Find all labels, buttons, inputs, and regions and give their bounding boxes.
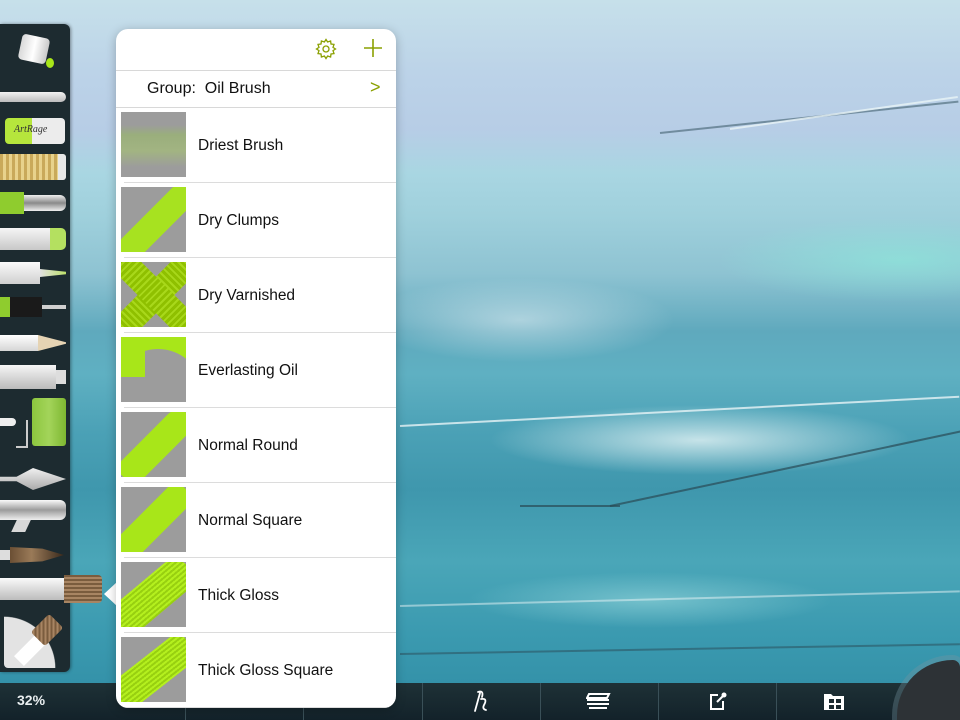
preset-label: Normal Round bbox=[198, 437, 298, 454]
gallery-button[interactable] bbox=[820, 688, 848, 714]
preset-thumbnail bbox=[121, 412, 186, 477]
toolbar-divider bbox=[540, 683, 541, 720]
watercolor-brush-icon[interactable] bbox=[0, 538, 70, 572]
tool-settings-icon bbox=[474, 690, 487, 712]
current-tool-indicator[interactable] bbox=[4, 612, 64, 668]
preset-label: Dry Varnished bbox=[198, 287, 296, 304]
preset-driest-brush[interactable]: Driest Brush bbox=[116, 108, 396, 183]
preset-label: Everlasting Oil bbox=[198, 362, 298, 379]
preset-thumbnail bbox=[121, 637, 186, 702]
share-button[interactable] bbox=[703, 688, 731, 714]
preset-thick-gloss-square[interactable]: Thick Gloss Square bbox=[116, 633, 396, 708]
preset-label: Normal Square bbox=[198, 512, 303, 529]
paint-tube-icon[interactable] bbox=[0, 360, 70, 394]
palette-knife-icon[interactable] bbox=[0, 462, 70, 496]
preset-label: Driest Brush bbox=[198, 137, 284, 154]
paint-roller-icon[interactable] bbox=[0, 396, 70, 456]
inking-pen-icon[interactable] bbox=[0, 290, 70, 324]
preset-dry-clumps[interactable]: Dry Clumps bbox=[116, 183, 396, 258]
preset-normal-square[interactable]: Normal Square bbox=[116, 483, 396, 558]
popover-header bbox=[116, 29, 396, 71]
group-selector[interactable]: Group: Oil Brush > bbox=[116, 71, 396, 108]
felt-pen-icon[interactable] bbox=[0, 256, 70, 290]
share-icon bbox=[710, 692, 727, 710]
preset-thumbnail bbox=[121, 562, 186, 627]
zoom-level[interactable]: 32% bbox=[17, 692, 45, 708]
canvas-stroke bbox=[520, 505, 620, 507]
canvas-stroke bbox=[729, 95, 958, 130]
airbrush-icon[interactable] bbox=[0, 496, 70, 538]
glitter-icon[interactable] bbox=[0, 150, 70, 184]
pencil-icon[interactable] bbox=[0, 326, 70, 360]
canvas-stroke bbox=[609, 430, 960, 507]
tool-palette: ArtRage bbox=[0, 24, 102, 672]
preset-label: Dry Clumps bbox=[198, 212, 279, 229]
plus-icon[interactable] bbox=[362, 37, 384, 59]
toolbar-divider bbox=[422, 683, 423, 720]
preset-thumbnail bbox=[121, 337, 186, 402]
toolbar-divider bbox=[658, 683, 659, 720]
paint-bucket-icon[interactable] bbox=[0, 32, 70, 72]
preset-thumbnail bbox=[121, 487, 186, 552]
preset-thumbnail bbox=[121, 187, 186, 252]
canvas-stroke bbox=[399, 590, 960, 607]
gear-icon[interactable] bbox=[314, 37, 338, 61]
preset-label: Thick Gloss bbox=[198, 587, 279, 604]
oil-brush-icon[interactable] bbox=[0, 572, 104, 606]
tool-settings-button[interactable] bbox=[467, 688, 495, 714]
preset-list: Driest Brush Dry Clumps Dry Varnished Ev… bbox=[116, 108, 396, 708]
preset-normal-round[interactable]: Normal Round bbox=[116, 408, 396, 483]
preset-everlasting-oil[interactable]: Everlasting Oil bbox=[116, 333, 396, 408]
chalk-icon[interactable] bbox=[0, 222, 70, 256]
canvas-stroke bbox=[399, 643, 960, 655]
canvas-stroke bbox=[399, 395, 960, 427]
group-label: Group: Oil Brush bbox=[147, 80, 271, 97]
eraser-icon[interactable]: ArtRage bbox=[0, 114, 70, 148]
chevron-right-icon: > bbox=[370, 77, 381, 97]
preset-thumbnail bbox=[121, 112, 186, 177]
layers-button[interactable] bbox=[585, 688, 613, 714]
preset-label: Thick Gloss Square bbox=[198, 662, 334, 679]
gallery-icon bbox=[824, 694, 844, 710]
eraser-label: ArtRage bbox=[14, 124, 48, 135]
brush-preset-popover: Group: Oil Brush > Driest Brush Dry Clum… bbox=[116, 29, 396, 708]
preset-dry-varnished[interactable]: Dry Varnished bbox=[116, 258, 396, 333]
airbrush-pen-icon[interactable] bbox=[0, 186, 70, 220]
preset-thumbnail bbox=[121, 262, 186, 327]
layers-icon bbox=[586, 693, 611, 709]
preset-thick-gloss[interactable]: Thick Gloss bbox=[116, 558, 396, 633]
glitter-tube-icon[interactable] bbox=[0, 80, 70, 114]
toolbar-divider bbox=[776, 683, 777, 720]
